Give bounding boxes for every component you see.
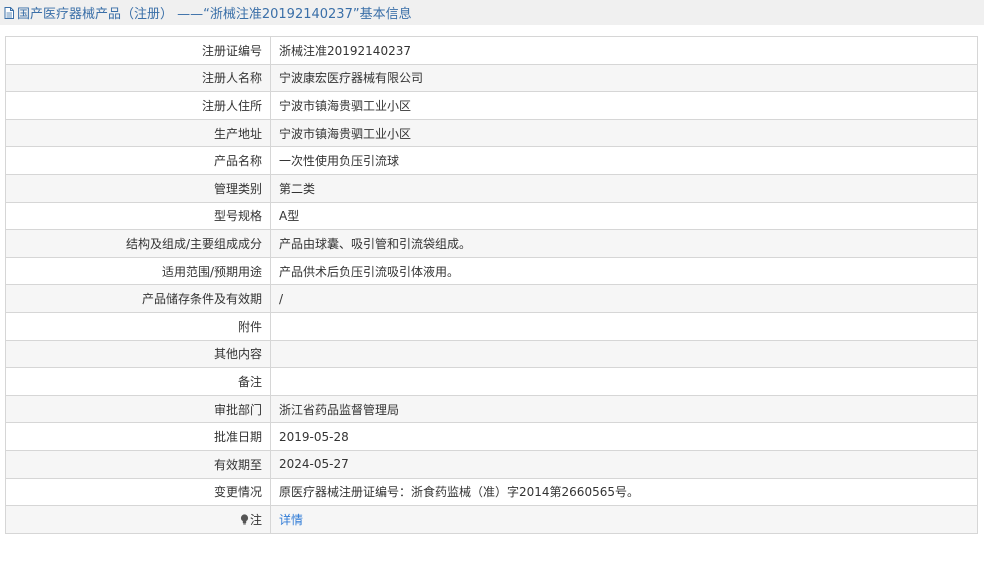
row-label: 注册人住所 — [5, 91, 271, 120]
row-label: 其他内容 — [5, 339, 271, 369]
row-label: 有效期至 — [5, 449, 271, 479]
row-label: 批准日期 — [5, 422, 271, 451]
row-label: 变更情况 — [5, 477, 271, 507]
row-label: 产品名称 — [5, 146, 271, 175]
table-row: 管理类别 第二类 — [5, 173, 978, 203]
row-value: 2024-05-27 — [270, 449, 978, 479]
row-label: 型号规格 — [5, 201, 271, 231]
row-label: 产品储存条件及有效期 — [5, 284, 271, 313]
row-label: 备注 — [5, 367, 271, 396]
page-title-bar: 国产医疗器械产品（注册） ——“浙械注准20192140237”基本信息 — [0, 0, 984, 25]
row-value: 宁波康宏医疗器械有限公司 — [270, 63, 978, 93]
table-row: 备注 — [5, 367, 978, 396]
row-value — [270, 311, 978, 341]
document-icon — [4, 6, 14, 19]
row-value: 第二类 — [270, 173, 978, 203]
row-value: 浙械注准20192140237 — [270, 36, 978, 65]
table-row: 附件 — [5, 311, 978, 341]
details-link[interactable]: 详情 — [279, 513, 303, 527]
table-row: 注册人住所 宁波市镇海贵驷工业小区 — [5, 91, 978, 120]
table-row: 注册证编号 浙械注准20192140237 — [5, 36, 978, 65]
row-label: 生产地址 — [5, 118, 271, 148]
lightbulb-icon — [240, 514, 249, 525]
row-value: / — [270, 284, 978, 313]
row-value: 产品由球囊、吸引管和引流袋组成。 — [270, 229, 978, 258]
note-label: 注 — [249, 512, 262, 527]
table-row: 产品储存条件及有效期 / — [5, 284, 978, 313]
table-row: 结构及组成/主要组成成分 产品由球囊、吸引管和引流袋组成。 — [5, 229, 978, 258]
row-value: 宁波市镇海贵驷工业小区 — [270, 91, 978, 120]
row-value: A型 — [270, 201, 978, 231]
row-value — [270, 339, 978, 369]
note-row: 注 详情 — [5, 505, 978, 534]
row-value: 浙江省药品监督管理局 — [270, 394, 978, 424]
row-label: 审批部门 — [5, 394, 271, 424]
table-row: 注册人名称 宁波康宏医疗器械有限公司 — [5, 63, 978, 93]
product-info-table: 注册证编号 浙械注准20192140237 注册人名称 宁波康宏医疗器械有限公司… — [5, 36, 978, 534]
row-label: 适用范围/预期用途 — [5, 256, 271, 286]
page-title: 国产医疗器械产品（注册） ——“浙械注准20192140237”基本信息 — [17, 7, 412, 22]
table-row: 其他内容 — [5, 339, 978, 369]
table-row: 有效期至 2024-05-27 — [5, 449, 978, 479]
row-value: 原医疗器械注册证编号：浙食药监械（准）字2014第2660565号。 — [270, 477, 978, 507]
row-value: 一次性使用负压引流球 — [270, 146, 978, 175]
table-row: 变更情况 原医疗器械注册证编号：浙食药监械（准）字2014第2660565号。 — [5, 477, 978, 507]
table-row: 生产地址 宁波市镇海贵驷工业小区 — [5, 118, 978, 148]
note-label-cell: 注 — [5, 505, 271, 534]
row-label: 附件 — [5, 311, 271, 341]
row-value — [270, 367, 978, 396]
table-row: 批准日期 2019-05-28 — [5, 422, 978, 451]
row-value: 产品供术后负压引流吸引体液用。 — [270, 256, 978, 286]
row-label: 结构及组成/主要组成成分 — [5, 229, 271, 258]
row-label: 注册人名称 — [5, 63, 271, 93]
table-row: 型号规格 A型 — [5, 201, 978, 231]
table-row: 适用范围/预期用途 产品供术后负压引流吸引体液用。 — [5, 256, 978, 286]
row-value: 宁波市镇海贵驷工业小区 — [270, 118, 978, 148]
table-row: 审批部门 浙江省药品监督管理局 — [5, 394, 978, 424]
row-label: 注册证编号 — [5, 36, 271, 65]
row-value: 2019-05-28 — [270, 422, 978, 451]
note-value-cell: 详情 — [270, 505, 978, 534]
row-label: 管理类别 — [5, 173, 271, 203]
table-row: 产品名称 一次性使用负压引流球 — [5, 146, 978, 175]
